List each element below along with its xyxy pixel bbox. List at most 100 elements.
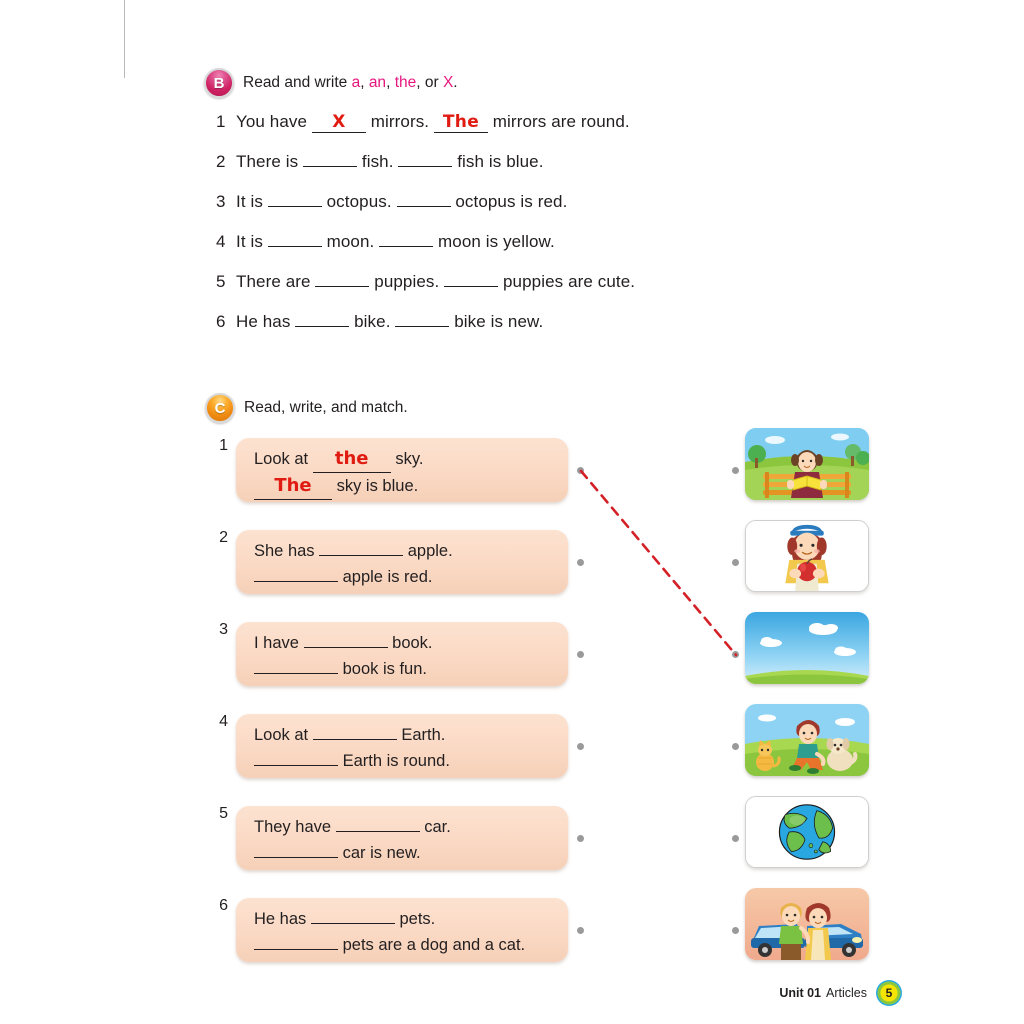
question-number: 6 <box>219 897 228 914</box>
answer-blank[interactable] <box>295 326 350 327</box>
section-b-row: 6 He has bike. bike is new. <box>216 312 543 332</box>
answer-blank[interactable] <box>267 246 322 247</box>
connector-dot-left[interactable] <box>577 651 584 658</box>
picture-card-earth-globe[interactable] <box>745 796 869 868</box>
section-b-instruction: Read and write a, an, the, or X. <box>243 74 458 92</box>
answer-blank[interactable] <box>303 166 358 167</box>
question-number: 1 <box>219 437 228 454</box>
question-number: 5 <box>219 805 228 822</box>
answer-blank[interactable] <box>310 923 395 924</box>
page-binding-line <box>124 0 125 78</box>
answer-blank[interactable]: X <box>311 112 366 133</box>
section-b-row: 2 There is fish. fish is blue. <box>216 152 544 172</box>
picture-card-blue-sky-over-green-field[interactable] <box>745 612 869 684</box>
connector-dot-right[interactable] <box>732 559 739 566</box>
answer-blank[interactable]: The <box>433 112 488 133</box>
question-box: I have book. book is fun. <box>236 622 568 686</box>
answer-blank[interactable] <box>254 765 338 766</box>
picture-card-girl-holding-red-apple[interactable] <box>745 520 869 592</box>
row-text-mid: moon. <box>326 232 375 251</box>
answer-blank[interactable] <box>254 857 338 858</box>
question-line-1: She has apple. <box>254 542 453 560</box>
connector-dot-left[interactable] <box>577 927 584 934</box>
picture-card-couple-with-blue-car[interactable] <box>745 888 869 960</box>
picture-card-girl-reading-book-on-bench[interactable] <box>745 428 869 500</box>
row-text-pre: It is <box>236 232 263 251</box>
footer-unit-label: Unit 01 <box>779 986 822 1000</box>
section-c-badge: C <box>205 393 235 423</box>
section-b-row: 4 It is moon. moon is yellow. <box>216 232 555 252</box>
separator-1: , <box>360 74 369 91</box>
question-line-2: book is fun. <box>254 656 568 682</box>
answer-blank[interactable] <box>303 647 388 648</box>
connector-dot-right[interactable] <box>732 835 739 842</box>
section-b-row: 3 It is octopus. octopus is red. <box>216 192 567 212</box>
row-text-post: octopus is red. <box>455 192 568 211</box>
answer-blank[interactable] <box>319 555 404 556</box>
question-line-1: Look at the sky. <box>254 446 568 473</box>
question-box: She has apple. apple is red. <box>236 530 568 594</box>
connector-dot-left[interactable] <box>577 743 584 750</box>
row-text-mid: bike. <box>354 312 391 331</box>
connector-dot-right[interactable] <box>732 467 739 474</box>
connector-dot-left[interactable] <box>577 559 584 566</box>
connector-dot-right[interactable] <box>732 743 739 750</box>
question-line-1: They have car. <box>254 818 451 836</box>
row-number: 1 <box>216 112 226 131</box>
connector-dot-right[interactable] <box>732 927 739 934</box>
row-text-post: fish is blue. <box>457 152 544 171</box>
section-b-badge: B <box>204 68 234 98</box>
row-number: 5 <box>216 272 226 291</box>
connector-dot-left[interactable] <box>577 835 584 842</box>
row-text-mid: fish. <box>361 152 394 171</box>
section-b-row: 1 You have X mirrors. The mirrors are rou… <box>216 112 630 133</box>
answer-blank[interactable] <box>395 326 450 327</box>
row-number: 2 <box>216 152 226 171</box>
answer-blank[interactable] <box>254 581 338 582</box>
separator-2: , <box>386 74 395 91</box>
page-number-badge: 5 <box>876 980 902 1006</box>
answer-blank[interactable] <box>254 949 338 950</box>
connector-dot-right[interactable] <box>732 651 739 658</box>
row-text-pre: It is <box>236 192 263 211</box>
separator-3: , or <box>416 74 443 91</box>
row-text-pre: He has <box>236 312 291 331</box>
match-line-1-to-sky <box>579 469 738 657</box>
section-c-instruction: Read, write, and match. <box>244 399 408 416</box>
question-box: Look at the sky. The sky is blue. <box>236 438 568 502</box>
row-text-pre: There is <box>236 152 299 171</box>
keyword-the: the <box>394 74 417 91</box>
answer-blank[interactable] <box>335 831 420 832</box>
answer-blank[interactable] <box>444 286 499 287</box>
answer-blank[interactable]: The <box>254 473 332 500</box>
answer-blank[interactable] <box>315 286 370 287</box>
answer-blank[interactable] <box>396 206 451 207</box>
question-box: He has pets. pets are a dog and a cat. <box>236 898 568 962</box>
row-text-mid: octopus. <box>326 192 392 211</box>
question-number: 4 <box>219 713 228 730</box>
picture-card-boy-with-cat-and-dog[interactable] <box>745 704 869 776</box>
worksheet-page: B Read and write a, an, the, or X. 1 You … <box>0 0 1024 1024</box>
question-line-2: pets are a dog and a cat. <box>254 932 568 958</box>
row-text-pre: There are <box>236 272 311 291</box>
answer-blank[interactable] <box>398 166 453 167</box>
question-line-1: He has pets. <box>254 910 436 928</box>
row-text-post: puppies are cute. <box>503 272 636 291</box>
row-number: 3 <box>216 192 226 211</box>
answer-blank[interactable] <box>379 246 434 247</box>
separator-4: . <box>453 74 458 91</box>
keyword-an: an <box>368 74 387 91</box>
page-footer: Unit 01 Articles 5 <box>779 980 902 1006</box>
question-line-2: apple is red. <box>254 564 568 590</box>
row-text-post: moon is yellow. <box>438 232 555 251</box>
question-box: Look at Earth. Earth is round. <box>236 714 568 778</box>
section-b-row: 5 There are puppies. puppies are cute. <box>216 272 635 292</box>
answer-blank[interactable] <box>267 206 322 207</box>
keyword-x: X <box>442 74 454 91</box>
answer-blank[interactable] <box>254 673 338 674</box>
answer-blank[interactable] <box>312 739 397 740</box>
connector-dot-left[interactable] <box>577 467 584 474</box>
question-line-2: car is new. <box>254 840 568 866</box>
question-line-1: I have book. <box>254 634 433 652</box>
answer-blank[interactable]: the <box>312 446 391 473</box>
